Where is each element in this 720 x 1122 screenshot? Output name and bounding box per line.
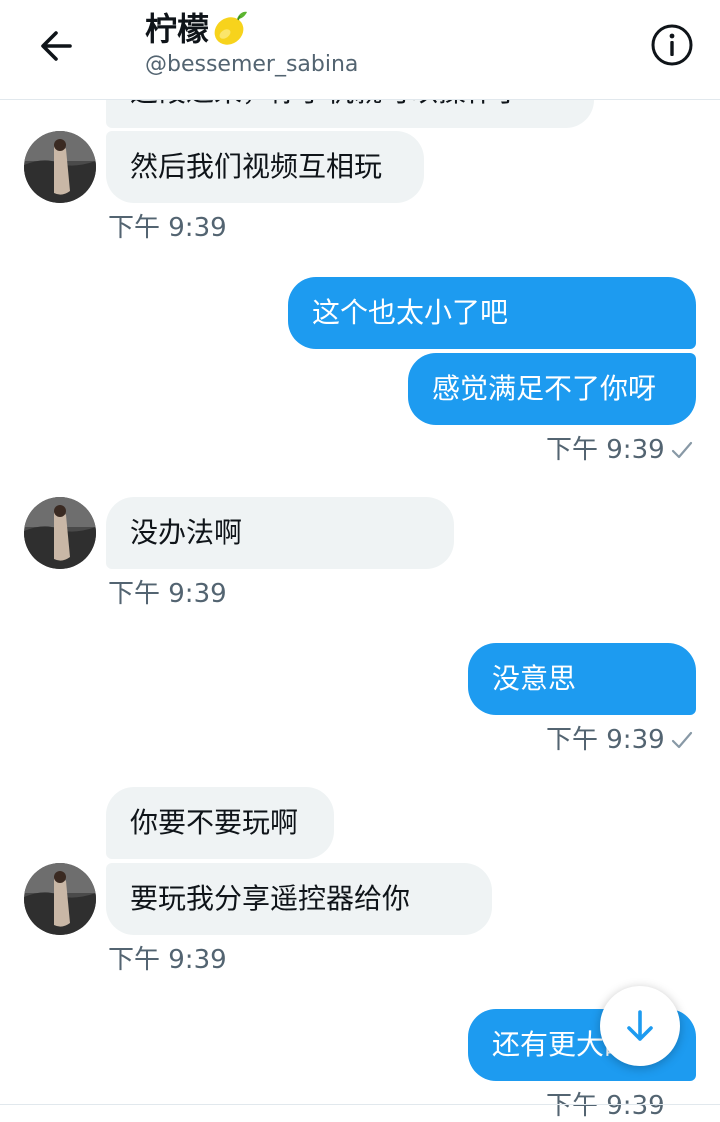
incoming-message-bubble[interactable]: 你要不要玩啊 xyxy=(106,787,334,859)
incoming-message-bubble[interactable]: 要玩我分享遥控器给你 xyxy=(106,863,492,935)
conversation-title: 柠檬 xyxy=(145,10,210,48)
message-timestamp: 下午 9:39 xyxy=(108,945,227,975)
message-timestamp: 下午 9:39 xyxy=(546,435,665,465)
message-text: 没意思 xyxy=(492,662,577,695)
avatar-image xyxy=(24,863,96,935)
conversation-handle: @bessemer_sabina xyxy=(145,52,359,77)
avatar[interactable] xyxy=(24,863,96,935)
check-icon xyxy=(671,731,693,749)
back-button[interactable] xyxy=(30,20,82,72)
message-timestamp: 下午 9:39 xyxy=(108,213,227,243)
avatar[interactable] xyxy=(24,497,96,569)
message-timestamp: 下午 9:39 xyxy=(546,725,665,755)
avatar-image xyxy=(24,131,96,203)
avatar-image xyxy=(24,497,96,569)
outgoing-message-bubble[interactable]: 感觉满足不了你呀 xyxy=(408,353,696,425)
outgoing-message-bubble[interactable]: 这个也太小了吧 xyxy=(288,277,696,349)
conversation-title-block[interactable]: 柠檬 @bessemer_sabina xyxy=(145,4,358,77)
divider xyxy=(0,1104,720,1105)
incoming-message-bubble[interactable]: 没办法啊 xyxy=(106,497,454,569)
arrow-left-icon xyxy=(41,31,72,61)
info-circle-icon xyxy=(651,24,693,66)
arrow-down-icon xyxy=(627,1010,653,1041)
message-text: 然后我们视频互相玩 xyxy=(130,150,383,183)
info-button[interactable] xyxy=(648,21,696,69)
scroll-to-bottom-button[interactable] xyxy=(600,986,680,1066)
message-text: 这个也太小了吧 xyxy=(312,296,509,329)
message-text: 感觉满足不了你呀 xyxy=(432,372,657,405)
lemon-emoji-icon xyxy=(214,11,248,45)
check-icon xyxy=(671,441,693,459)
outgoing-message-bubble[interactable]: 没意思 xyxy=(468,643,696,715)
message-text: 没办法啊 xyxy=(130,516,243,549)
message-text: 要玩我分享遥控器给你 xyxy=(130,882,411,915)
message-timestamp: 下午 9:39 xyxy=(108,579,227,609)
incoming-message-bubble[interactable]: 然后我们视频互相玩 xyxy=(106,131,424,203)
avatar[interactable] xyxy=(24,131,96,203)
conversation-header: 柠檬 @bessemer_sabina xyxy=(0,0,720,100)
message-text: 你要不要玩啊 xyxy=(130,806,299,839)
